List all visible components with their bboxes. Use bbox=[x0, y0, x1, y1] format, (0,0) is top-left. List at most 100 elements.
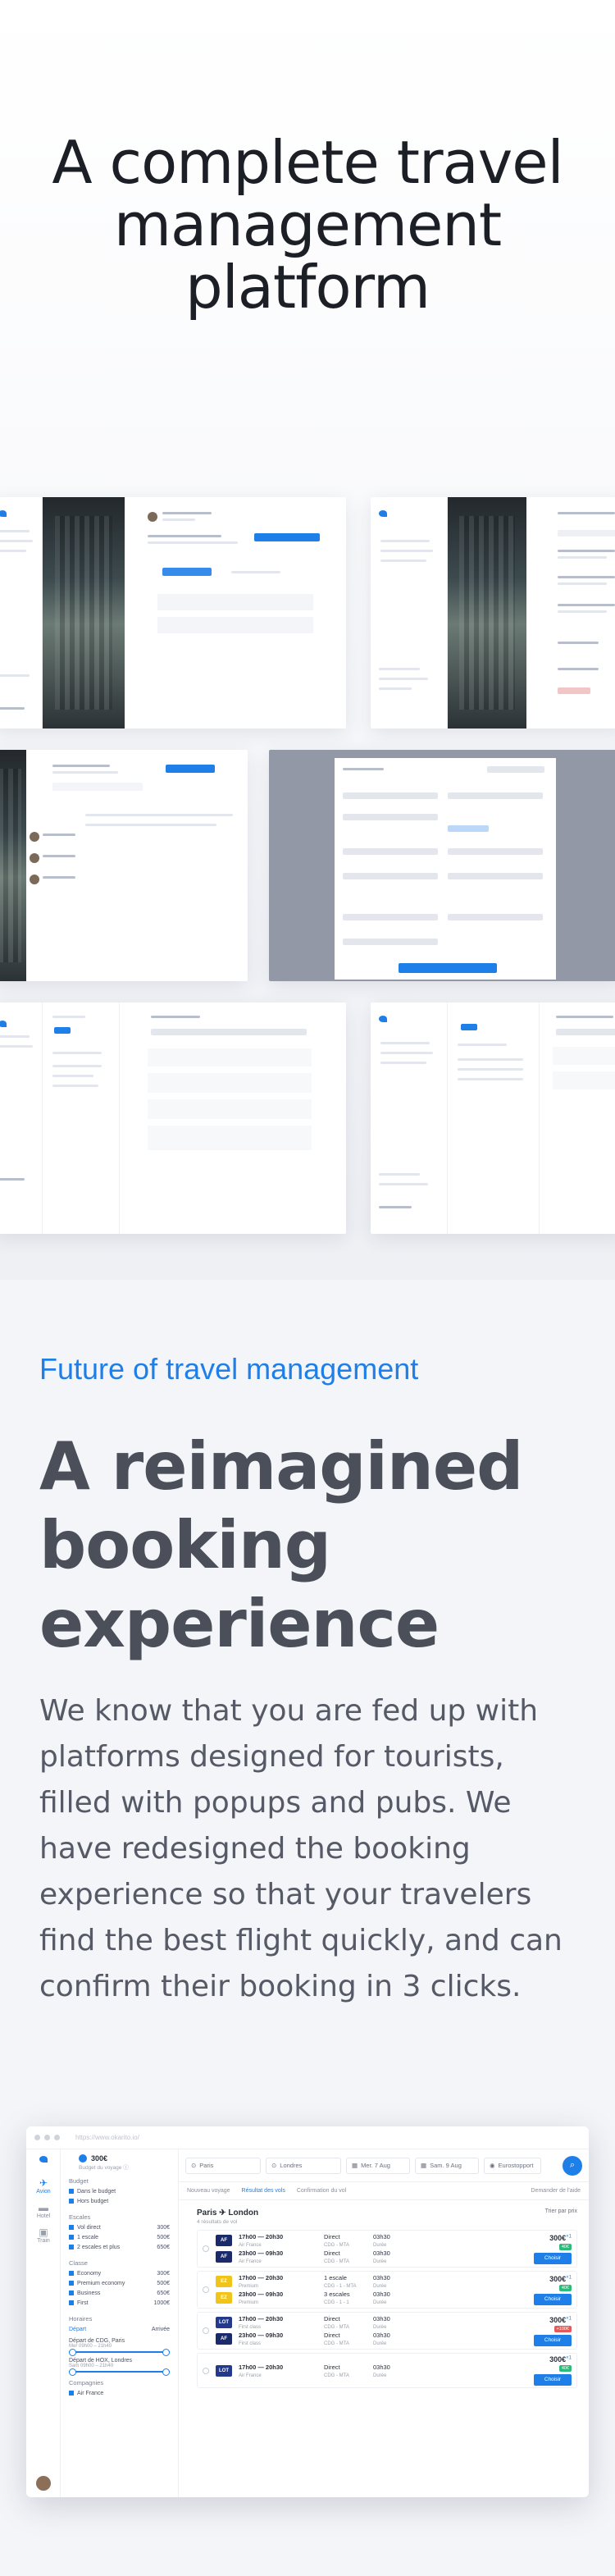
destination-value: Londres bbox=[280, 2162, 303, 2169]
filter-option[interactable]: Dans le budget bbox=[69, 2187, 170, 2197]
departure-cdg-range: Mer 09h00 – 21h40 bbox=[69, 2344, 112, 2349]
nav-hotel[interactable]: ▬ Hotel bbox=[26, 2202, 61, 2219]
departure-date-field[interactable]: ▦ Mer. 7 Aug bbox=[346, 2157, 410, 2174]
destination-field[interactable]: ⊙ Londres bbox=[266, 2157, 341, 2174]
nav-train[interactable]: ▣ Train bbox=[26, 2227, 61, 2244]
choose-button[interactable]: Choisir bbox=[534, 2334, 572, 2346]
leg-airports: CDG - MTA bbox=[324, 2259, 349, 2264]
origin-field[interactable]: ⊙ Paris bbox=[185, 2157, 261, 2174]
sort-dropdown[interactable]: Trier par prix bbox=[545, 2208, 577, 2214]
filter-option[interactable]: Air France bbox=[69, 2389, 170, 2399]
nav-label: Hotel bbox=[36, 2213, 51, 2219]
price-value: 300€ bbox=[549, 2315, 567, 2324]
departure-lhr-slider[interactable] bbox=[69, 2368, 170, 2376]
checkbox[interactable] bbox=[69, 2391, 74, 2396]
flight-search-bar: ⊙ Paris ⊙ Londres ▦ Mer. 7 Aug ▦ Sam. 9 Aug … bbox=[179, 2149, 589, 2182]
price-badge: ×1 bbox=[566, 2315, 572, 2321]
return-date-value: Sam. 9 Aug bbox=[430, 2162, 462, 2169]
flight-offer-card[interactable]: LOT 17h00 — 20h30 Air France Direct CDG - … bbox=[197, 2353, 577, 2388]
route-title: Paris ✈ London bbox=[197, 2208, 259, 2217]
offer-radio[interactable] bbox=[203, 2327, 209, 2334]
leg-duration-label: Durée bbox=[373, 2259, 387, 2264]
offer-radio[interactable] bbox=[203, 2286, 209, 2293]
choose-button[interactable]: Choisir bbox=[534, 2374, 572, 2386]
leg-stops-label: Direct bbox=[324, 2249, 340, 2257]
leg-airports: CDG - MTA bbox=[324, 2243, 349, 2248]
return-date-field[interactable]: ▦ Sam. 9 Aug bbox=[415, 2157, 479, 2174]
leg-airline: Premium bbox=[239, 2300, 259, 2305]
leg-duration: 03h30 Durée bbox=[373, 2291, 414, 2305]
departure-lhr-label: Départ de HOX, Londres bbox=[69, 2358, 133, 2364]
flight-offer-card[interactable]: AF 17h00 — 20h30 Air France Direct CDG - M… bbox=[197, 2230, 577, 2268]
bed-icon: ▬ bbox=[39, 2202, 48, 2213]
leg-duration-value: 03h30 bbox=[373, 2315, 390, 2323]
checkbox[interactable] bbox=[69, 2199, 74, 2204]
choose-button[interactable]: Choisir bbox=[534, 2293, 572, 2305]
checkbox[interactable] bbox=[69, 2189, 74, 2195]
breadcrumb-step-active[interactable]: Résultat des vols bbox=[242, 2188, 285, 2194]
option-price: 650€ bbox=[157, 2291, 170, 2296]
option-price: 1000€ bbox=[153, 2300, 170, 2306]
section-eyebrow: Future of travel management bbox=[39, 1352, 419, 1386]
breadcrumb-step[interactable]: Nouveau voyage bbox=[187, 2188, 230, 2194]
offer-price: 300€×1 40€ Choisir bbox=[514, 2234, 572, 2264]
window-minimize-dot[interactable] bbox=[44, 2135, 50, 2140]
filter-option[interactable]: Hors budget bbox=[69, 2197, 170, 2207]
filter-option[interactable]: 1 escale 500€ bbox=[69, 2233, 170, 2243]
leg-airline: First class bbox=[239, 2341, 261, 2346]
leg-stops-label: Direct bbox=[324, 2315, 340, 2323]
flight-offer-card[interactable]: EZ 17h00 — 20h30 Premium 1 escale CDG - 1 … bbox=[197, 2271, 577, 2309]
location-pin-icon: ⊙ bbox=[271, 2162, 277, 2169]
checkbox[interactable] bbox=[69, 2291, 74, 2296]
offer-radio[interactable] bbox=[203, 2245, 209, 2252]
calendar-icon: ▦ bbox=[421, 2162, 427, 2169]
filter-title-budget: Budget bbox=[69, 2177, 89, 2185]
tab-departure[interactable]: Départ bbox=[69, 2325, 86, 2335]
filter-option[interactable]: Premium economy 500€ bbox=[69, 2279, 170, 2289]
option-price: 300€ bbox=[157, 2225, 170, 2231]
nav-plane[interactable]: ✈ Avion bbox=[26, 2177, 61, 2195]
hero-title: A complete travel management platform bbox=[0, 131, 615, 318]
departure-cdg-slider[interactable] bbox=[69, 2349, 170, 2356]
checkbox[interactable] bbox=[69, 2245, 74, 2250]
airline-logo-icon: EZ bbox=[216, 2276, 232, 2287]
search-button[interactable]: ⌕ bbox=[563, 2155, 582, 2176]
choose-button[interactable]: Choisir bbox=[534, 2252, 572, 2264]
offer-radio[interactable] bbox=[203, 2367, 209, 2374]
plane-icon: ✈ bbox=[39, 2177, 48, 2189]
leg-duration: 03h30 Durée bbox=[373, 2315, 414, 2330]
leg-times: 17h00 — 20h30 First class bbox=[239, 2315, 324, 2330]
results-header: Paris ✈ London 4 résultats de vol Trier … bbox=[197, 2208, 577, 2225]
flight-offer-card[interactable]: LOT 17h00 — 20h30 First class Direct CDG -… bbox=[197, 2312, 577, 2350]
checkbox[interactable] bbox=[69, 2281, 74, 2286]
option-label: Dans le budget bbox=[77, 2189, 116, 2195]
address-bar[interactable]: https://www.okarito.io/ bbox=[75, 2134, 139, 2141]
checkbox[interactable] bbox=[69, 2271, 74, 2277]
section-title-line: A reimagined bbox=[39, 1428, 523, 1505]
filter-option[interactable]: 2 escales et plus 650€ bbox=[69, 2243, 170, 2253]
user-avatar[interactable] bbox=[36, 2476, 51, 2491]
leg-time-range: 17h00 — 20h30 bbox=[239, 2363, 284, 2371]
window-maximize-dot[interactable] bbox=[54, 2135, 60, 2140]
help-link[interactable]: Demander de l'aide bbox=[531, 2188, 581, 2194]
window-close-dot[interactable] bbox=[34, 2135, 40, 2140]
main-nav: ✈ Avion ▬ Hotel ▣ Train bbox=[26, 2149, 61, 2497]
checkbox[interactable] bbox=[69, 2300, 74, 2306]
tab-arrival[interactable]: Arrivée bbox=[152, 2325, 170, 2335]
nav-label: Train bbox=[37, 2238, 50, 2244]
filter-option[interactable]: First 1000€ bbox=[69, 2299, 170, 2309]
traveler-value: Eurostopport bbox=[498, 2162, 534, 2169]
budget-label: Budget du voyage ⓘ bbox=[79, 2165, 129, 2171]
filter-option[interactable]: Business 650€ bbox=[69, 2289, 170, 2299]
section-title-line: booking bbox=[39, 1507, 331, 1583]
filter-option[interactable]: Vol direct 300€ bbox=[69, 2223, 170, 2233]
filters-panel: 300€ Budget du voyage ⓘ Budget Dans le b… bbox=[61, 2149, 179, 2497]
leg-duration-label: Durée bbox=[373, 2373, 387, 2378]
checkbox[interactable] bbox=[69, 2225, 74, 2231]
checkbox[interactable] bbox=[69, 2235, 74, 2240]
leg-airports: CDG - 1 - MTA bbox=[324, 2284, 357, 2289]
option-label: Air France bbox=[77, 2391, 104, 2396]
price-badge: ×1 bbox=[566, 2355, 572, 2361]
filter-option[interactable]: Economy 300€ bbox=[69, 2269, 170, 2279]
traveler-field[interactable]: ◉ Eurostopport bbox=[484, 2157, 541, 2174]
